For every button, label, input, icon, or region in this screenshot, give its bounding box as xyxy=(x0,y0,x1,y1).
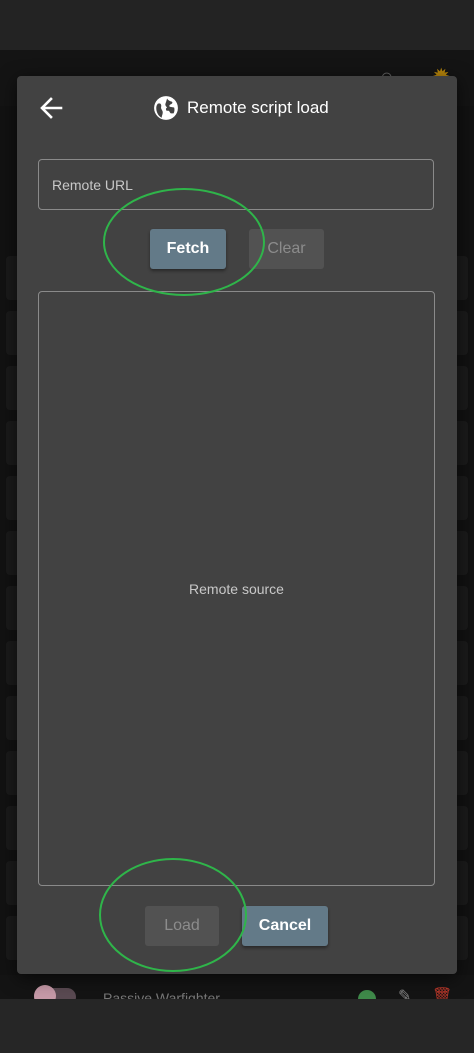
remote-url-field[interactable] xyxy=(38,159,434,210)
remote-source-placeholder: Remote source xyxy=(189,580,284,597)
remote-url-input[interactable] xyxy=(39,160,433,209)
arrow-left-icon xyxy=(40,97,63,119)
load-button[interactable]: Load xyxy=(145,906,219,946)
dialog-title: Remote script load xyxy=(187,98,329,117)
cancel-button[interactable]: Cancel xyxy=(242,906,328,946)
remote-script-load-dialog: Remote script load Fetch Clear Remote so… xyxy=(17,76,457,974)
status-bar xyxy=(0,0,474,50)
navigation-bar xyxy=(0,999,474,1053)
globe-icon xyxy=(154,96,178,120)
remote-source-textarea[interactable]: Remote source xyxy=(38,291,435,886)
clear-button[interactable]: Clear xyxy=(249,229,324,269)
fetch-button[interactable]: Fetch xyxy=(150,229,226,269)
back-button[interactable] xyxy=(39,96,65,120)
